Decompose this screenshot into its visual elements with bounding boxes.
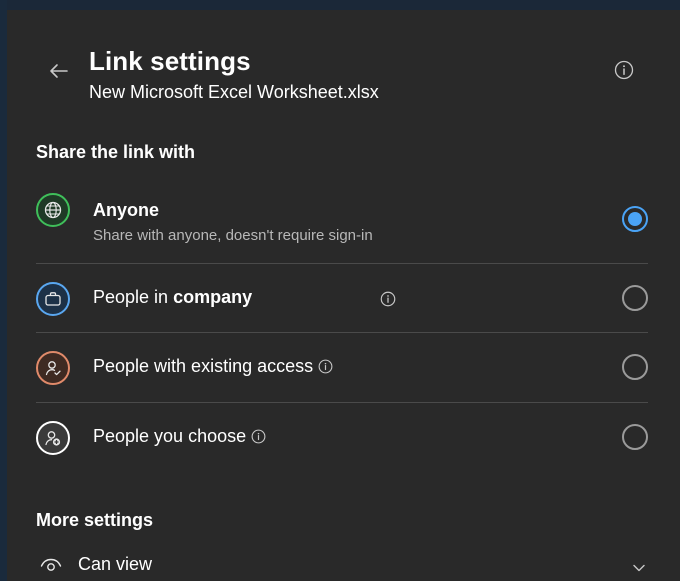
permission-dropdown[interactable]: Can view — [36, 550, 648, 580]
option-people-in-company-label: People in company — [93, 287, 252, 308]
option-people-in-company[interactable]: People in company — [36, 281, 648, 317]
radio-people-you-choose[interactable] — [622, 424, 648, 450]
briefcase-icon — [36, 282, 70, 316]
link-settings-panel: Link settings New Microsoft Excel Worksh… — [7, 10, 680, 581]
info-icon — [614, 60, 634, 80]
info-icon[interactable] — [379, 290, 397, 313]
divider — [36, 402, 648, 403]
chevron-down-icon — [632, 560, 646, 578]
more-settings-heading: More settings — [36, 510, 154, 530]
person-check-icon — [36, 351, 70, 385]
option-existing-access[interactable]: People with existing access — [36, 350, 648, 386]
option-people-you-choose[interactable]: People you choose — [36, 420, 648, 456]
file-name: New Microsoft Excel Worksheet.xlsx — [89, 82, 379, 102]
radio-existing-access[interactable] — [622, 354, 648, 380]
info-icon[interactable] — [250, 428, 267, 445]
share-section-heading: Share the link with — [36, 142, 196, 162]
option-people-you-choose-text: People you choose — [93, 426, 247, 446]
label-prefix: People in — [93, 287, 169, 307]
radio-people-in-company[interactable] — [622, 285, 648, 311]
divider — [36, 332, 648, 333]
option-existing-access-label: People with existing access — [93, 356, 334, 377]
globe-icon — [36, 193, 70, 227]
radio-anyone[interactable] — [622, 206, 648, 232]
option-people-you-choose-label: People you choose — [93, 426, 267, 447]
info-icon[interactable] — [317, 358, 334, 375]
option-anyone-description: Share with anyone, doesn't require sign-… — [93, 227, 373, 244]
divider — [36, 263, 648, 264]
option-anyone[interactable]: Anyone Share with anyone, doesn't requir… — [36, 192, 648, 252]
info-button[interactable] — [613, 59, 635, 81]
option-anyone-label: Anyone — [93, 200, 160, 220]
page-title: Link settings — [89, 46, 251, 76]
permission-value: Can view — [78, 554, 153, 574]
person-add-icon — [36, 421, 70, 455]
option-existing-access-text: People with existing access — [93, 356, 314, 376]
organization-name: company — [173, 287, 253, 307]
arrow-left-icon — [50, 64, 68, 78]
back-button[interactable] — [45, 57, 73, 85]
eye-icon — [40, 557, 62, 578]
radio-selected-dot — [628, 212, 642, 226]
